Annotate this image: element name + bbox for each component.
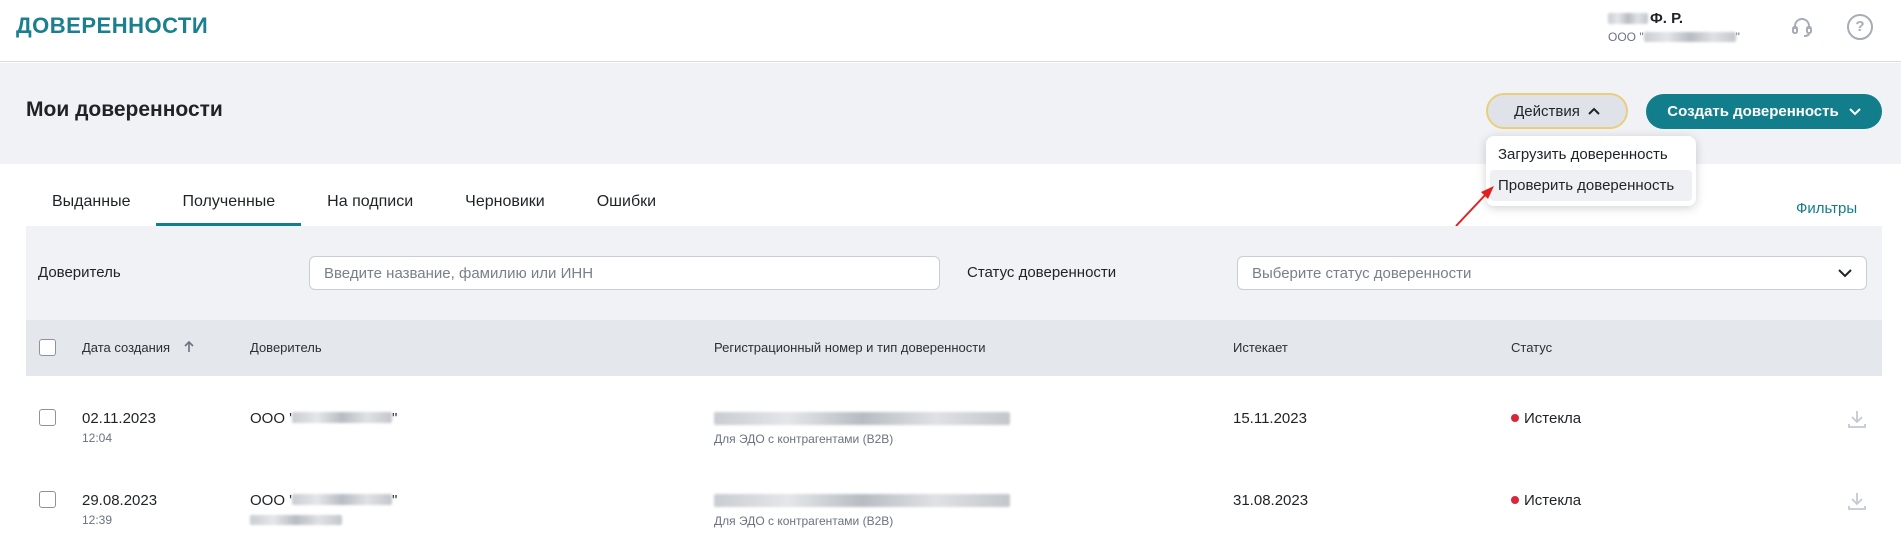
actions-button[interactable]: Действия — [1486, 93, 1628, 129]
principal-input-placeholder: Введите название, фамилию или ИНН — [324, 264, 594, 282]
status-filter-label: Статус доверенности — [967, 264, 1117, 281]
status-badge: Истекла — [1511, 410, 1581, 427]
row-principal-suffix: " — [392, 410, 398, 427]
status-badge: Истекла — [1511, 492, 1581, 509]
headset-icon[interactable] — [1789, 14, 1815, 40]
annotation-arrow-icon — [1455, 186, 1494, 227]
redacted-principal-extra — [250, 515, 342, 525]
row-principal: ООО ' " — [250, 492, 397, 509]
help-question-icon[interactable]: ? — [1847, 14, 1873, 40]
select-all-checkbox[interactable] — [39, 339, 56, 356]
row-created-date: 29.08.2023 — [82, 492, 158, 509]
row-principal: ООО ' " — [250, 410, 397, 427]
column-header-created-date-label: Дата создания — [82, 340, 171, 355]
sort-ascending-icon — [184, 340, 194, 352]
redacted-principal — [292, 494, 393, 505]
status-select-placeholder: Выберите статус доверенности — [1252, 264, 1472, 282]
user-info[interactable]: Ф. Р. ООО " " — [1608, 10, 1740, 44]
create-button-label: Создать доверенность — [1667, 103, 1839, 120]
actions-dropdown-menu: Загрузить доверенность Проверить доверен… — [1486, 136, 1696, 206]
redacted-name — [1608, 13, 1648, 24]
menu-item-verify-poa[interactable]: Проверить доверенность — [1490, 170, 1692, 201]
row-poa-type: Для ЭДО с контрагентами (B2B) — [714, 514, 894, 528]
tab-errors[interactable]: Ошибки — [571, 186, 682, 226]
redacted-reg-number — [714, 412, 1010, 425]
filters-link[interactable]: Фильтры — [1796, 200, 1857, 217]
row-expires: 31.08.2023 — [1233, 492, 1309, 509]
create-power-of-attorney-button[interactable]: Создать доверенность — [1646, 94, 1882, 129]
tab-pending-signature[interactable]: На подписи — [301, 186, 439, 226]
chevron-down-icon — [1848, 107, 1861, 115]
row-checkbox[interactable] — [39, 491, 56, 508]
chevron-down-icon — [1838, 268, 1852, 277]
row-principal-prefix: ООО ' — [250, 492, 293, 509]
app-logo[interactable]: ДОВЕРЕННОСТИ — [16, 13, 208, 39]
column-header-expires: Истекает — [1233, 340, 1288, 355]
status-dot-icon — [1511, 414, 1519, 423]
column-header-status: Статус — [1511, 340, 1553, 355]
row-poa-type: Для ЭДО с контрагентами (B2B) — [714, 432, 894, 446]
user-org-prefix: ООО " — [1608, 30, 1644, 44]
redacted-reg-number — [714, 494, 1010, 507]
status-dot-icon — [1511, 496, 1519, 505]
headset-icon-svg — [1792, 18, 1812, 37]
row-principal-prefix: ООО ' — [250, 410, 293, 427]
tab-received[interactable]: Полученные — [156, 186, 301, 226]
row-status: Истекла — [1524, 492, 1582, 509]
table-header: Дата создания Доверитель Регистрационный… — [26, 320, 1882, 376]
column-header-reg-number: Регистрационный номер и тип доверенности — [714, 340, 986, 355]
tab-drafts[interactable]: Черновики — [439, 186, 571, 226]
download-icon[interactable] — [1846, 408, 1868, 430]
principal-search-input[interactable]: Введите название, фамилию или ИНН — [309, 256, 940, 290]
row-created-time: 12:04 — [82, 431, 113, 445]
actions-button-label: Действия — [1514, 102, 1580, 120]
user-organization: ООО " " — [1608, 30, 1740, 44]
row-created-date: 02.11.2023 — [82, 410, 156, 427]
column-header-created-date[interactable]: Дата создания — [82, 340, 194, 355]
user-name: Ф. Р. — [1608, 10, 1740, 27]
row-expires: 15.11.2023 — [1233, 410, 1307, 427]
column-header-principal: Доверитель — [250, 340, 322, 355]
filter-panel: Доверитель Введите название, фамилию или… — [26, 226, 1882, 320]
download-icon[interactable] — [1846, 490, 1868, 512]
tab-issued[interactable]: Выданные — [26, 186, 156, 226]
user-name-suffix: Ф. Р. — [1650, 10, 1684, 27]
principal-filter-label: Доверитель — [38, 264, 121, 281]
redacted-org — [1643, 32, 1736, 42]
table-row[interactable]: 02.11.2023 12:04 ООО ' " Для ЭДО с контра… — [26, 376, 1882, 458]
row-created-time: 12:39 — [82, 513, 113, 527]
row-checkbox[interactable] — [39, 409, 56, 426]
redacted-principal — [292, 412, 393, 423]
table-row[interactable]: 29.08.2023 12:39 ООО ' " Для ЭДО с контра… — [26, 458, 1882, 547]
chevron-up-icon — [1588, 107, 1600, 115]
status-select[interactable]: Выберите статус доверенности — [1237, 256, 1867, 290]
top-bar: ДОВЕРЕННОСТИ Ф. Р. ООО " " ? — [0, 0, 1901, 62]
row-principal-suffix: " — [392, 492, 398, 509]
page-title: Мои доверенности — [26, 98, 223, 121]
tabs-bar: Выданные Полученные На подписи Черновики… — [26, 186, 682, 226]
menu-item-upload-poa[interactable]: Загрузить доверенность — [1486, 139, 1696, 170]
row-status: Истекла — [1524, 410, 1582, 427]
user-org-suffix: " — [1735, 30, 1740, 44]
